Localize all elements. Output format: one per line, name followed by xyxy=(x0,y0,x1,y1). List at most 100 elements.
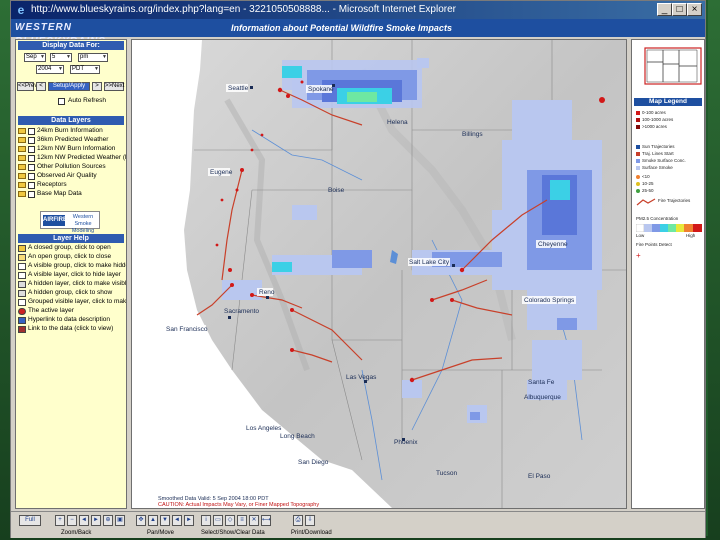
folder-icon[interactable] xyxy=(18,155,26,161)
colorbar-high-label: High xyxy=(686,233,696,238)
layer-checkbox[interactable] xyxy=(28,128,35,135)
pan-west-icon[interactable]: ◄ xyxy=(172,515,182,526)
timezone-select[interactable]: PDT xyxy=(70,65,100,74)
city-albuquerque: Albuquerque xyxy=(524,394,561,401)
hidden-group-icon xyxy=(18,290,26,297)
layer-checkbox[interactable] xyxy=(28,182,35,189)
minimize-button[interactable]: _ xyxy=(657,3,672,16)
folder-icon[interactable] xyxy=(18,182,26,188)
legend-item: Fire Points Detect xyxy=(636,242,672,247)
close-button[interactable]: × xyxy=(687,3,702,16)
folder-icon[interactable] xyxy=(18,164,26,170)
zoom-full-icon[interactable]: ⊕ xyxy=(103,515,113,526)
open-folder-icon xyxy=(18,254,26,261)
layer-label[interactable]: Observed Air Quality xyxy=(37,172,97,180)
day-select[interactable]: 5 xyxy=(50,53,72,62)
show-data-icon[interactable]: ≡ xyxy=(237,515,247,526)
concentration-colorbar xyxy=(636,224,702,232)
layer-label[interactable]: 12km NW Burn Information xyxy=(37,145,115,153)
layer-label[interactable]: 24km Burn Information xyxy=(37,127,103,135)
folder-icon[interactable] xyxy=(18,191,26,197)
map-toolbar: Full + − ◄ ► ⊕ ▣ Zoom/Back ✥ ▲ ▼ ◄ ► Pan… xyxy=(11,511,705,538)
zoom-back-icon[interactable]: ◄ xyxy=(79,515,89,526)
identify-icon[interactable]: i xyxy=(201,515,211,526)
folder-icon[interactable] xyxy=(18,146,26,152)
zoom-extent-icon[interactable]: ▣ xyxy=(115,515,125,526)
print-download-label: Print/Download xyxy=(291,530,332,536)
help-text: A visible layer, click to hide layer xyxy=(28,271,121,278)
month-select[interactable]: Sep xyxy=(24,53,46,62)
layer-label[interactable]: 36km Predicted Weather xyxy=(37,136,108,144)
city-el-paso: El Paso xyxy=(528,473,551,480)
hidden-layer-icon xyxy=(18,281,26,288)
maximize-button[interactable]: □ xyxy=(672,3,687,16)
layer-checkbox[interactable] xyxy=(28,155,35,162)
print-icon[interactable]: ⎙ xyxy=(293,515,303,526)
overview-map[interactable] xyxy=(633,42,705,94)
select-poly-icon[interactable]: ◇ xyxy=(225,515,235,526)
layer-label[interactable]: Other Pollution Sources xyxy=(37,163,106,171)
year-select[interactable]: 2004 xyxy=(36,65,64,74)
folder-icon[interactable] xyxy=(18,128,26,134)
layer-checkbox[interactable] xyxy=(28,191,35,198)
legend-item: 25-50 xyxy=(636,188,702,194)
zoom-out-icon[interactable]: − xyxy=(67,515,77,526)
city-salt-lake-city: Salt Lake City xyxy=(409,259,450,266)
clear-data-icon[interactable]: ✕ xyxy=(249,515,259,526)
select-icon[interactable]: ▭ xyxy=(213,515,223,526)
step-back-button[interactable]: < xyxy=(36,82,46,91)
city-cheyenne: Cheyenne xyxy=(538,241,568,248)
step-forward-button[interactable]: > xyxy=(92,82,102,91)
ie-logo-icon: e xyxy=(17,3,25,17)
help-text: A visible group, click to make hidden xyxy=(28,262,127,269)
select-show-clear-label: Select/Show/Clear Data xyxy=(201,530,265,536)
data-link-icon xyxy=(18,326,26,333)
smoke-map[interactable]: Seattle Spokane Billings Helena Eugene B… xyxy=(131,39,627,509)
layer-label[interactable]: Base Map Data xyxy=(37,190,82,198)
full-extent-button[interactable]: Full xyxy=(19,515,41,526)
layer-checkbox[interactable] xyxy=(28,173,35,180)
help-text: Grouped visible layer, click to make hid… xyxy=(28,298,127,305)
help-text: An open group, click to close xyxy=(28,253,112,260)
city-helena: Helena xyxy=(387,119,408,126)
data-layers-heading: Data Layers xyxy=(18,116,124,125)
layer-label[interactable]: 12km NW Predicted Weather (hyd) xyxy=(37,154,126,162)
display-data-heading: Display Data For: xyxy=(18,41,124,50)
pan-south-icon[interactable]: ▼ xyxy=(160,515,170,526)
page-title: Information about Potential Wildfire Smo… xyxy=(231,23,452,33)
zoom-in-icon[interactable]: + xyxy=(55,515,65,526)
auto-refresh-checkbox[interactable] xyxy=(58,98,65,105)
legend-title: Map Legend xyxy=(634,98,702,106)
map-canvas[interactable]: Seattle Spokane Billings Helena Eugene B… xyxy=(132,40,626,508)
folder-icon[interactable] xyxy=(18,173,26,179)
legend-item: Sun Trajectories xyxy=(636,144,702,150)
layer-label[interactable]: Receptors xyxy=(37,181,67,189)
folder-icon[interactable] xyxy=(18,137,26,143)
measure-icon[interactable]: ⟷ xyxy=(261,515,271,526)
trajectory-line-icon xyxy=(636,198,656,206)
legend-item: PM2.5 Concentration xyxy=(636,216,679,221)
prev-button[interactable]: <<Prev xyxy=(17,82,37,91)
layer-checkbox[interactable] xyxy=(28,164,35,171)
download-icon[interactable]: ⇩ xyxy=(305,515,315,526)
layer-checkbox[interactable] xyxy=(28,146,35,153)
city-san-diego: San Diego xyxy=(298,459,329,466)
pan-icon[interactable]: ✥ xyxy=(136,515,146,526)
active-layer-icon xyxy=(18,308,26,315)
closed-folder-icon xyxy=(18,245,26,252)
setup-apply-button[interactable]: Setup/Apply xyxy=(48,82,90,91)
layer-checkbox[interactable] xyxy=(28,137,35,144)
site-brand[interactable]: WESTERN BLUESKYRAINS xyxy=(15,21,145,47)
pan-east-icon[interactable]: ► xyxy=(184,515,194,526)
pan-north-icon[interactable]: ▲ xyxy=(148,515,158,526)
city-reno: Reno xyxy=(259,289,275,296)
partner-logos[interactable]: AIRFIRE Western Smoke Modeling xyxy=(40,211,100,234)
airfire-logo[interactable]: AIRFIRE xyxy=(43,215,67,226)
legend-item: Surface Smoke xyxy=(636,165,702,171)
city-long-beach: Long Beach xyxy=(280,433,315,440)
smoke-modeling-logo[interactable]: Western Smoke Modeling xyxy=(67,214,99,234)
visible-group-icon xyxy=(18,263,26,270)
hour-select[interactable]: pm xyxy=(78,53,108,62)
zoom-forward-icon[interactable]: ► xyxy=(91,515,101,526)
next-button[interactable]: >>Next xyxy=(104,82,124,91)
